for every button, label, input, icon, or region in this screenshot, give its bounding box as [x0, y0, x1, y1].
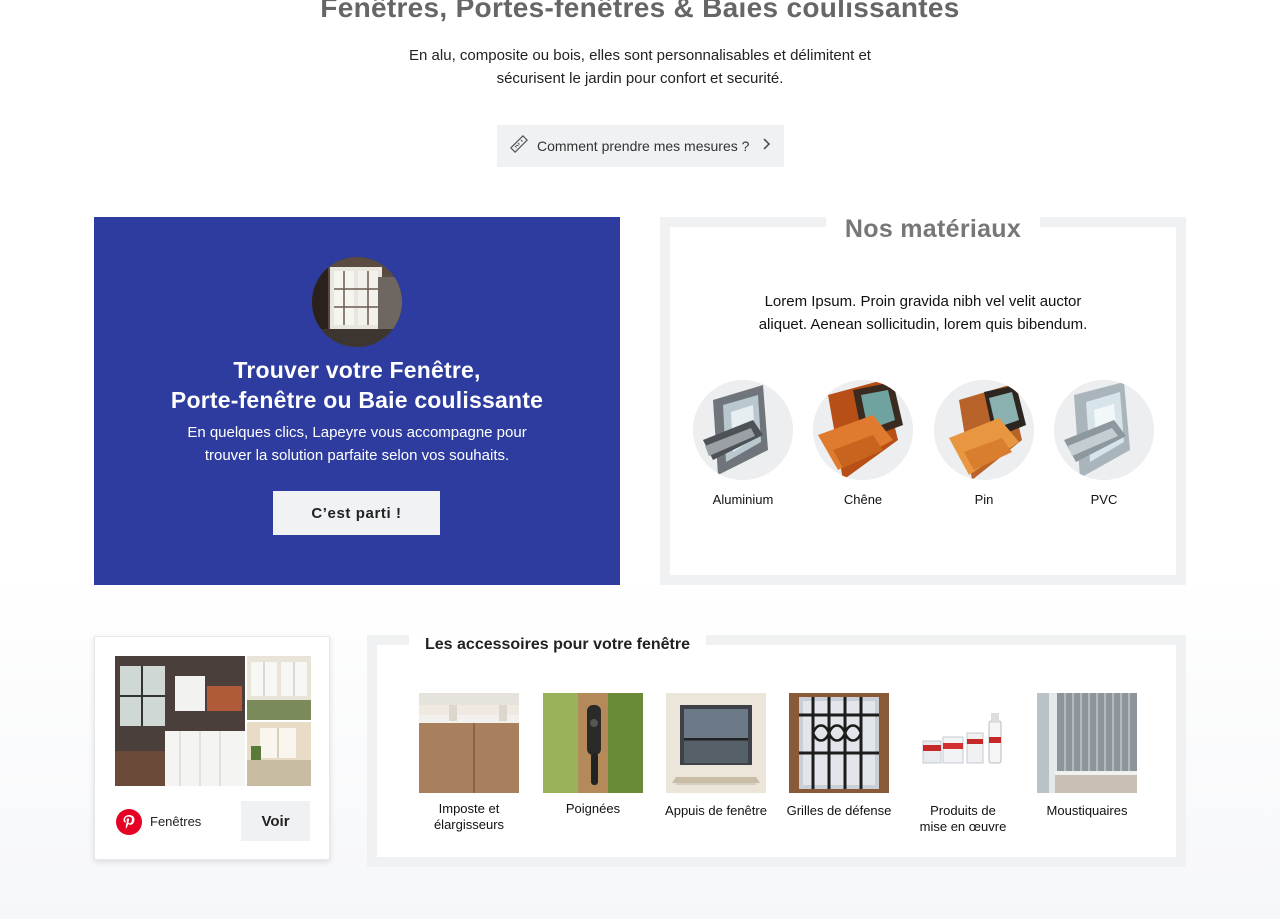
produits-image — [913, 693, 1013, 793]
page-title: Fenêtres, Portes-fenêtres & Baies coulis… — [320, 0, 960, 23]
accessory-label-line: Produits de — [930, 803, 996, 818]
pine-profile-image — [934, 380, 1034, 480]
accessory-label-line: Moustiquaires — [1046, 803, 1128, 818]
accessory-label-line: Grilles de défense — [786, 803, 892, 818]
moustiquaires-image — [1037, 693, 1137, 793]
imposte-image — [419, 693, 519, 793]
accessory-label: Grilles de défense — [784, 803, 894, 819]
material-label: PVC — [1090, 492, 1118, 507]
material-label: Aluminium — [712, 492, 774, 507]
accessory-label-line: Imposte et — [438, 801, 500, 816]
oak-profile-image — [813, 380, 913, 480]
ruler-icon — [509, 134, 529, 159]
pinterest-board-images[interactable] — [115, 656, 311, 786]
pvc-profile-image — [1054, 380, 1154, 480]
materials-description-line: aliquet. Aenean sollicitudin, lorem quis… — [758, 316, 1088, 333]
material-label: Pin — [974, 492, 994, 507]
page-subtitle: En alu, composite ou bois, elles sont pe… — [390, 44, 890, 90]
materials-description-line: Lorem Ipsum. Proin gravida nibh vel veli… — [764, 293, 1082, 310]
accessory-appuis[interactable]: Appuis de fenêtre — [661, 693, 771, 819]
material-pin[interactable]: Pin — [934, 380, 1034, 507]
finder-description-line: trouver la solution parfaite selon vos s… — [204, 447, 510, 464]
accessories-panel: Les accessoires pour votre fenêtre Impos… — [367, 635, 1186, 867]
pinterest-board-card: Fenêtres Voir — [94, 636, 330, 860]
materials-title: Nos matériaux — [826, 213, 1040, 245]
aluminium-profile-image — [693, 380, 793, 480]
finder-description-line: En quelques clics, Lapeyre vous accompag… — [187, 424, 527, 441]
grilles-image — [789, 693, 889, 793]
materials-content: Nos matériaux Lorem Ipsum. Proin gravida… — [670, 213, 1176, 575]
material-label: Chêne — [843, 492, 883, 507]
material-chene[interactable]: Chêne — [813, 380, 913, 507]
accessory-grilles[interactable]: Grilles de défense — [784, 693, 894, 819]
accessory-label: Produits de mise en œuvre — [908, 803, 1018, 835]
measure-guide-label: Comment prendre mes mesures ? — [537, 138, 750, 154]
accessories-content: Les accessoires pour votre fenêtre Impos… — [377, 635, 1176, 857]
start-finder-button[interactable]: C’est parti ! — [273, 491, 440, 535]
accessory-label-line: élargisseurs — [433, 817, 505, 832]
accessory-label: Moustiquaires — [1032, 803, 1142, 819]
pinterest-icon — [116, 809, 142, 835]
finder-title-line: Trouver votre Fenêtre, — [233, 357, 481, 383]
finder-title: Trouver votre Fenêtre, Porte-fenêtre ou … — [94, 355, 620, 415]
accessory-imposte[interactable]: Imposte et élargisseurs — [414, 693, 524, 833]
measure-guide-button[interactable]: Comment prendre mes mesures ? — [497, 125, 784, 167]
appuis-image — [666, 693, 766, 793]
material-aluminium[interactable]: Aluminium — [693, 380, 793, 507]
accessory-produits[interactable]: Produits de mise en œuvre — [908, 693, 1018, 835]
product-finder-panel: Trouver votre Fenêtre, Porte-fenêtre ou … — [94, 217, 620, 585]
finder-description: En quelques clics, Lapeyre vous accompag… — [154, 421, 560, 467]
window-photo — [312, 257, 402, 347]
accessory-label-line: Poignées — [565, 801, 621, 816]
accessory-poignees[interactable]: Poignées — [538, 693, 648, 817]
accessory-label: Appuis de fenêtre — [661, 803, 771, 819]
finder-title-line: Porte-fenêtre ou Baie coulissante — [170, 387, 544, 413]
accessory-label-line: Appuis de fenêtre — [665, 803, 767, 818]
accessory-moustiquaires[interactable]: Moustiquaires — [1032, 693, 1142, 819]
accessory-label: Poignées — [538, 801, 648, 817]
pinterest-view-button[interactable]: Voir — [241, 801, 310, 841]
materials-description: Lorem Ipsum. Proin gravida nibh vel veli… — [710, 290, 1136, 336]
poignees-image — [543, 693, 643, 793]
subtitle-line: En alu, composite ou bois, elles sont pe… — [409, 47, 871, 64]
accessories-title: Les accessoires pour votre fenêtre — [409, 635, 707, 655]
subtitle-line: sécurisent le jardin pour confort et sec… — [496, 70, 784, 87]
accessory-label-line: mise en œuvre — [919, 819, 1007, 834]
chevron-right-icon — [761, 137, 771, 156]
material-pvc[interactable]: PVC — [1054, 380, 1154, 507]
materials-panel: Nos matériaux Lorem Ipsum. Proin gravida… — [660, 213, 1186, 585]
pinterest-board-label: Fenêtres — [150, 814, 202, 829]
accessory-label: Imposte et élargisseurs — [414, 801, 524, 833]
